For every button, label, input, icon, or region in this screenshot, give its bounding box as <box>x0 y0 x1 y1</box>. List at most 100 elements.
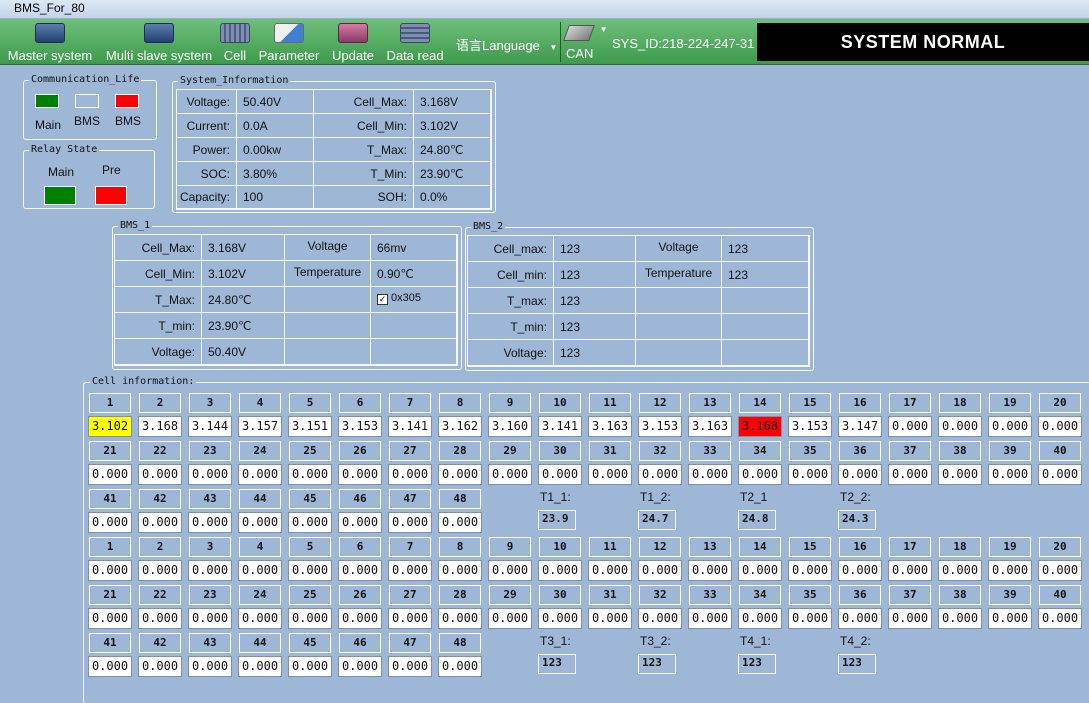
bms1-diff-temperature-label: Temperature <box>285 261 371 287</box>
cell-voltage-16: 3.147 <box>838 416 882 437</box>
data-read-button[interactable]: Data read <box>384 23 446 63</box>
system-information-title: System_Information <box>178 75 291 86</box>
cell-voltage-45: 0.000 <box>288 656 332 677</box>
system-information-table: Voltage: 50.40V Cell_Max: 3.168V Current… <box>176 89 492 210</box>
cell-number-45: 45 <box>289 633 331 653</box>
cell-voltage-20: 0.000 <box>1038 560 1082 581</box>
cell-number-25: 25 <box>289 441 331 461</box>
cell-voltage-43: 0.000 <box>188 512 232 533</box>
multi-slave-system-label: Multi slave system <box>105 48 213 63</box>
cell-number-47: 47 <box>389 489 431 509</box>
cell-voltage-18: 0.000 <box>938 416 982 437</box>
cell-voltage-24: 0.000 <box>238 464 282 485</box>
bms1-t-min-label: T_min: <box>115 313 202 339</box>
cell-voltage-24: 0.000 <box>238 608 282 629</box>
cell-voltage-2: 0.000 <box>138 560 182 581</box>
soc-value: 3.80% <box>237 162 314 186</box>
toolbar-separator <box>560 22 561 62</box>
multi-slave-system-button[interactable]: Multi slave system <box>104 23 214 63</box>
main-relay-label: Main <box>48 165 75 179</box>
cell-number-39: 39 <box>989 441 1031 461</box>
bms2-cell-min-label: Cell_min: <box>468 262 554 288</box>
cell-number-40: 40 <box>1039 441 1081 461</box>
bms2-diff-voltage-value: 123 <box>722 236 809 262</box>
cell-number-21: 21 <box>89 585 131 605</box>
bms2-diff-temperature-label: Temperature <box>636 262 722 288</box>
cell-voltage-34: 0.000 <box>738 464 782 485</box>
cell-number-34: 34 <box>739 441 781 461</box>
cell-voltage-15: 0.000 <box>788 560 832 581</box>
cell-voltage-44: 0.000 <box>238 512 282 533</box>
cell-voltage-17: 0.000 <box>888 416 932 437</box>
cell-voltage-4: 0.000 <box>238 560 282 581</box>
temp-sensor-value: 123 <box>838 654 876 674</box>
cell-voltage-6: 3.153 <box>338 416 382 437</box>
cell-number-47: 47 <box>389 633 431 653</box>
bms2-diff-voltage-label: Voltage <box>636 236 722 262</box>
parameter-button[interactable]: Parameter <box>258 23 320 63</box>
master-system-button[interactable]: Master system <box>4 23 96 63</box>
cell-number-48: 48 <box>439 633 481 653</box>
main-comm-label: Main <box>35 118 62 132</box>
update-button[interactable]: Update <box>330 23 376 63</box>
cell-number-4: 4 <box>239 537 281 557</box>
cell-button[interactable]: Cell <box>220 23 250 63</box>
cell-voltage-3: 0.000 <box>188 560 232 581</box>
temp-sensor-value: 24.3 <box>838 510 876 530</box>
cell-number-4: 4 <box>239 393 281 413</box>
bms-comm-indicator <box>75 94 99 108</box>
cell-number-46: 46 <box>339 489 381 509</box>
cell-voltage-46: 0.000 <box>338 512 382 533</box>
cell-number-38: 38 <box>939 441 981 461</box>
temp-sensor-label: T2_2: <box>840 490 871 504</box>
checkbox-icon[interactable]: ✓ <box>377 294 388 305</box>
cell-voltage-32: 0.000 <box>638 608 682 629</box>
cell-number-46: 46 <box>339 633 381 653</box>
cell-voltage-20: 0.000 <box>1038 416 1082 437</box>
cell-number-17: 17 <box>889 537 931 557</box>
bms2-empty-cell <box>636 314 722 340</box>
soh-value: 0.0% <box>414 186 491 209</box>
communication-life-title: Communication_Life <box>29 74 142 85</box>
cell-number-15: 15 <box>789 537 831 557</box>
cell-voltage-27: 0.000 <box>388 608 432 629</box>
cell-voltage-17: 0.000 <box>888 560 932 581</box>
cell-number-5: 5 <box>289 393 331 413</box>
language-dropdown[interactable]: 语言Language ▼ <box>456 35 557 54</box>
cell-number-30: 30 <box>539 441 581 461</box>
cell-number-41: 41 <box>89 633 131 653</box>
temp-sensor-label: T1_2: <box>640 490 671 504</box>
cell-voltage-26: 0.000 <box>338 608 382 629</box>
cell-number-6: 6 <box>339 393 381 413</box>
cell-voltage-14: 3.168 <box>738 416 782 437</box>
bms1-cell-max-label: Cell_Max: <box>115 235 202 261</box>
pre-relay-indicator <box>95 186 127 205</box>
temp-sensor-label: T4_2: <box>840 634 871 648</box>
cell-number-42: 42 <box>139 633 181 653</box>
cell-voltage-38: 0.000 <box>938 608 982 629</box>
cell-number-20: 20 <box>1039 537 1081 557</box>
voltage-label: Voltage: <box>177 90 237 114</box>
cell-voltage-48: 0.000 <box>438 656 482 677</box>
cell-number-6: 6 <box>339 537 381 557</box>
can-dropdown[interactable]: ▼ CAN <box>563 25 608 61</box>
voltage-value: 50.40V <box>237 90 314 114</box>
cell-number-14: 14 <box>739 393 781 413</box>
cell-max-value: 3.168V <box>414 90 491 114</box>
bms1-0x305-checkbox[interactable]: ✓ 0x305 <box>371 287 457 313</box>
cell-number-36: 36 <box>839 585 881 605</box>
bms-comm-indicator <box>115 94 139 108</box>
cell-number-32: 32 <box>639 585 681 605</box>
cell-number-19: 19 <box>989 393 1031 413</box>
cell-number-9: 9 <box>489 393 531 413</box>
relay-state-title: Relay State <box>29 144 100 155</box>
cell-voltage-5: 0.000 <box>288 560 332 581</box>
cell-voltage-45: 0.000 <box>288 512 332 533</box>
bms2-empty-cell <box>636 340 722 366</box>
bms2-voltage-value: 123 <box>554 340 636 366</box>
cell-number-22: 22 <box>139 585 181 605</box>
monitor-icon <box>144 23 174 43</box>
cell-number-25: 25 <box>289 585 331 605</box>
bms2-voltage-label: Voltage: <box>468 340 554 366</box>
title-bar: BMS_For_80 <box>0 0 1089 19</box>
